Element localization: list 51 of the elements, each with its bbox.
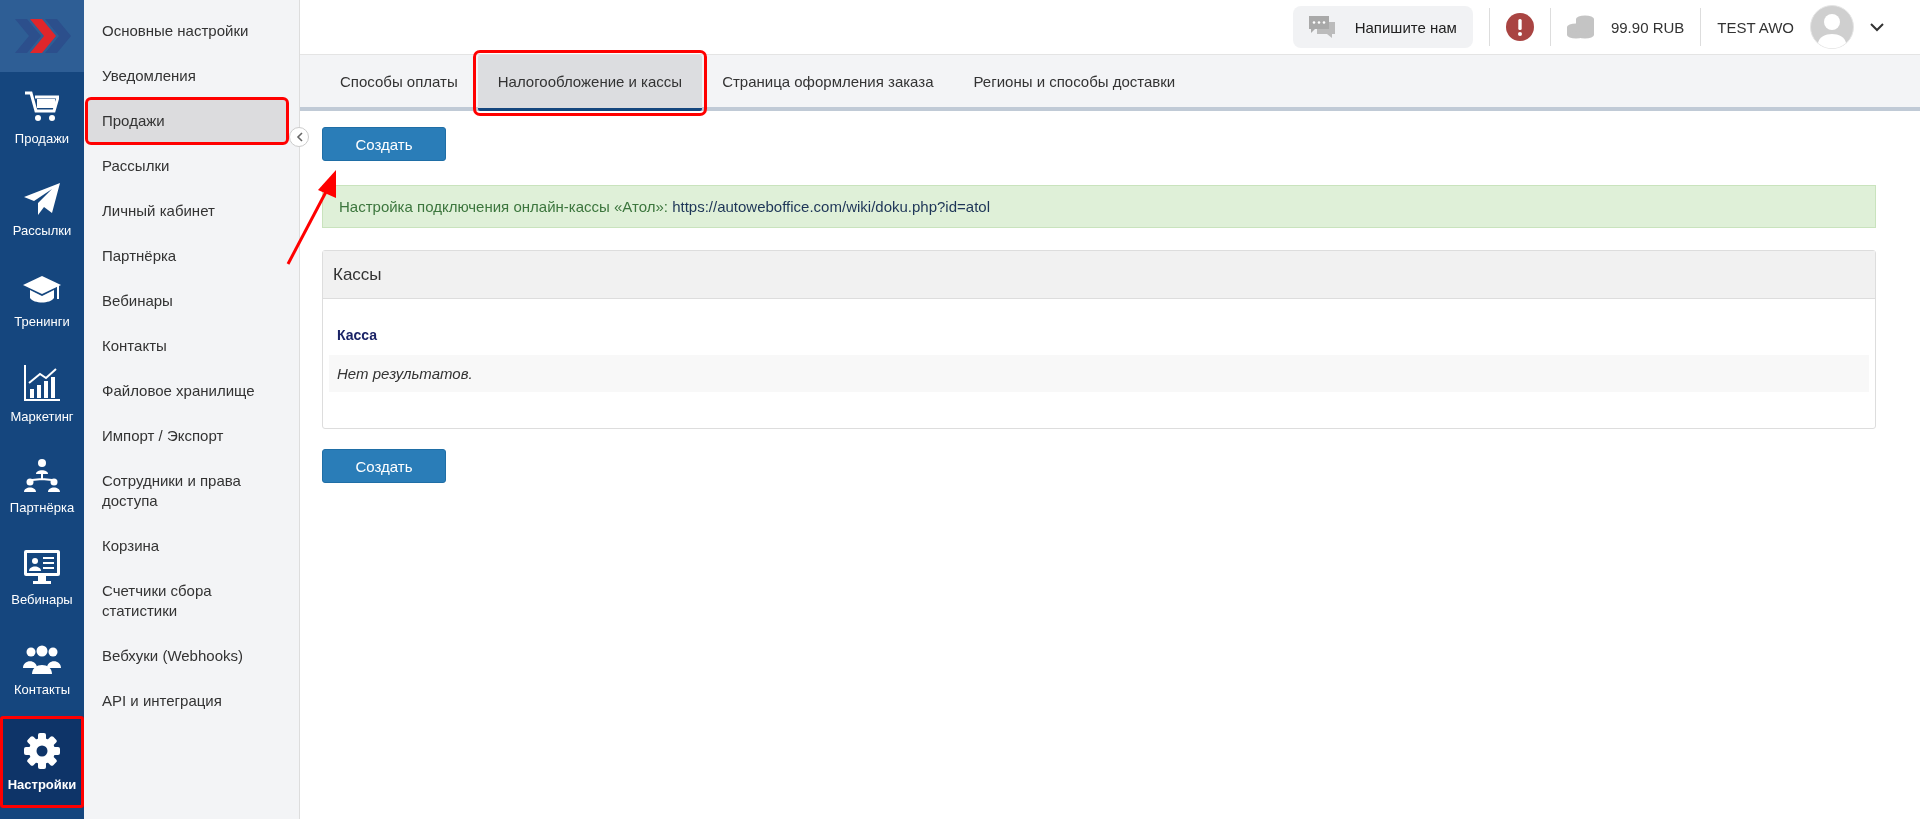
settings-menu-item[interactable]: Основные настройки (88, 10, 286, 52)
rail-nav-item[interactable]: Продажи (0, 72, 84, 164)
rail-nav-item[interactable]: Контакты (0, 624, 84, 716)
panel-title: Кассы (333, 264, 382, 285)
settings-menu-item[interactable]: Уведомления (88, 55, 286, 97)
avatar-icon[interactable] (1810, 5, 1854, 49)
monitor-icon (24, 549, 60, 584)
rail-nav-item[interactable]: Партнёрка (0, 440, 84, 532)
no-results-text: Нет результатов. (337, 365, 473, 382)
rail-nav-item[interactable]: Рассылки (0, 164, 84, 256)
settings-menu-item[interactable]: Вебхуки (Webhooks) (88, 635, 286, 677)
chevron-down-icon[interactable] (1870, 22, 1884, 32)
settings-tab[interactable]: Страница оформления заказа (702, 55, 954, 107)
settings-menu-item[interactable]: Контакты (88, 325, 286, 367)
alert-text: Настройка подключения онлайн-кассы «Атол»: (339, 198, 668, 215)
settings-menu-item[interactable]: Счетчики сбора статистики (88, 570, 286, 632)
people-group-icon (23, 643, 61, 674)
collapse-handle[interactable] (289, 127, 309, 147)
cart-icon (25, 90, 59, 123)
people-tree-icon (24, 457, 60, 492)
rail-nav-item[interactable]: Вебинары (0, 532, 84, 624)
user-name[interactable]: TEST AWO (1717, 18, 1794, 36)
wiki-link[interactable]: https://autoweboffice.com/wiki/doku.php?id=atol (672, 198, 990, 215)
settings-menu-item[interactable]: Вебинары (88, 280, 286, 322)
chat-bubbles-icon (1308, 16, 1337, 38)
settings-tab[interactable]: Регионы и способы доставки (953, 55, 1196, 107)
create-button[interactable]: Создать (322, 449, 446, 483)
create-button[interactable]: Создать (322, 127, 446, 161)
settings-menu-item[interactable]: Личный кабинет (88, 190, 286, 232)
settings-menu-item[interactable]: Рассылки (88, 145, 286, 187)
settings-menu-item[interactable]: Партнёрка (88, 235, 286, 277)
settings-menu-item[interactable]: Сотрудники и права доступа (88, 460, 286, 522)
chevrons-logo-icon (13, 19, 71, 53)
settings-menu-item[interactable]: Импорт / Экспорт (88, 415, 286, 457)
logo-panel[interactable] (0, 0, 84, 72)
rail-nav-item[interactable]: Настройки (0, 716, 84, 808)
settings-menu-item[interactable]: Корзина (88, 525, 286, 567)
settings-menu-item[interactable]: API и интеграция (88, 680, 286, 722)
write-to-us-button[interactable]: Напишите нам (1292, 6, 1473, 48)
rail-nav-item[interactable]: Тренинги (0, 256, 84, 348)
column-header[interactable]: Касса (329, 321, 386, 349)
settings-tab[interactable]: Способы оплаты (320, 55, 478, 107)
coins-icon (1566, 15, 1595, 39)
chevron-left-icon (295, 132, 303, 142)
settings-menu-item[interactable]: Продажи (88, 100, 286, 142)
exclamation-icon[interactable] (1505, 13, 1534, 41)
paper-plane-icon (24, 182, 60, 215)
settings-menu-item[interactable]: Файловое хранилище (88, 370, 286, 412)
bar-chart-icon (24, 364, 60, 401)
rail-nav-item[interactable]: Маркетинг (0, 348, 84, 440)
balance-text: 99.90 RUB (1610, 18, 1685, 36)
